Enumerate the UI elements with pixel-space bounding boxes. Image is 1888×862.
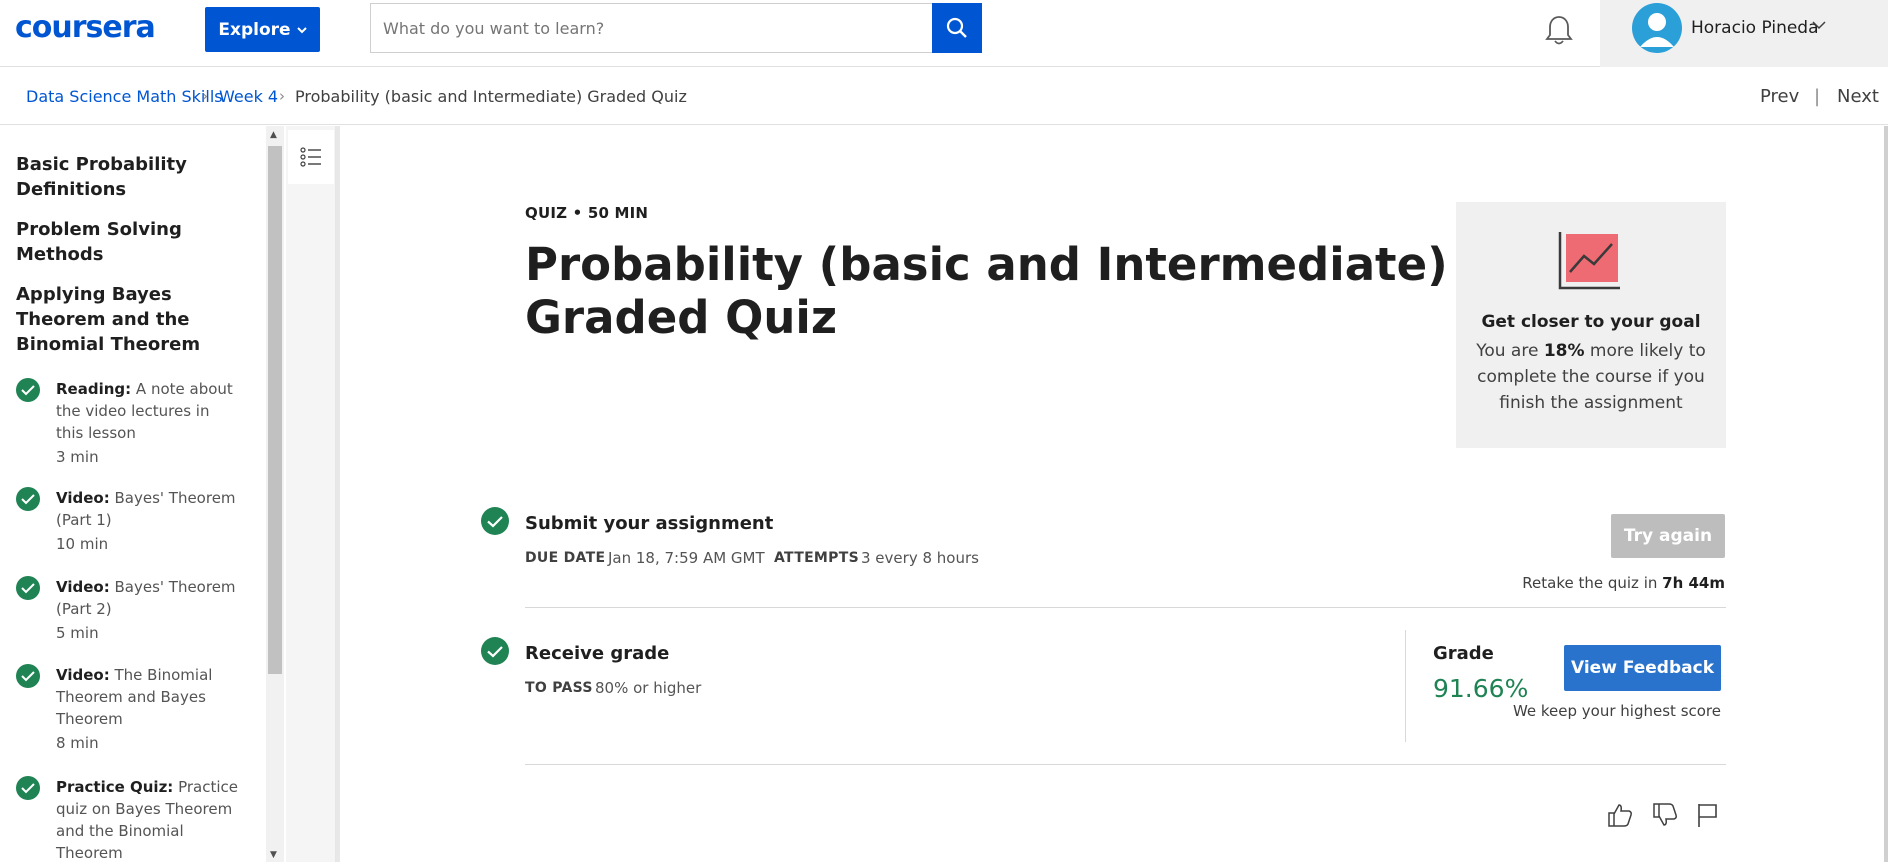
user-name: Horacio Pineda [1691,18,1819,38]
sidebar-section[interactable]: Problem Solving Methods [16,217,246,267]
avatar-icon [1632,3,1682,53]
check-icon [16,664,40,688]
coursera-logo[interactable]: coursera [15,10,156,45]
check-icon [481,637,509,665]
item-type: Practice Quiz: [56,778,174,796]
try-again-button[interactable]: Try again [1611,514,1725,558]
user-menu[interactable]: Horacio Pineda [1600,0,1888,67]
attempts-value: 3 every 8 hours [861,549,979,567]
search-icon [946,17,967,38]
divider [1405,630,1406,742]
view-feedback-button[interactable]: View Feedback [1564,645,1721,691]
chevron-down-icon [1812,21,1826,30]
check-icon [16,487,40,511]
item-type: Video: [56,578,110,596]
outline-list-icon [300,147,321,167]
explore-button[interactable]: Explore [205,7,320,52]
thumbs-down-icon [1653,803,1677,826]
course-outline-sidebar: Basic Probability Definitions Problem So… [0,126,266,862]
page-title: Probability (basic and Intermediate) Gra… [525,238,1448,344]
goal-body: You are 18% more likely to complete the … [1476,341,1706,413]
outline-toggle-button[interactable] [288,130,334,184]
breadcrumb-separator: › [202,87,208,105]
goal-card: Get closer to your goal You are 18% more… [1456,202,1726,448]
attempts-label: ATTEMPTS [774,550,859,566]
breadcrumb-current: Probability (basic and Intermediate) Gra… [295,87,687,106]
flag-icon [1698,804,1717,827]
scroll-up-arrow-icon[interactable]: ▲ [270,130,277,140]
sidebar-section[interactable]: Basic Probability Definitions [16,152,246,202]
breadcrumb-separator: › [279,87,285,105]
item-type: Video: [56,666,110,684]
like-button[interactable] [1605,800,1635,830]
grade-value: 91.66% [1433,674,1529,703]
quiz-meta: QUIZ • 50 MIN [525,204,649,222]
item-type: Video: [56,489,110,507]
top-header: coursera Explore Horacio Pineda [0,0,1888,67]
item-duration: 5 min [56,624,99,642]
prev-link[interactable]: Prev [1760,86,1799,107]
content-divider [336,126,340,862]
highest-score-note: We keep your highest score [1512,702,1721,720]
breadcrumb-week[interactable]: Week 4 [219,87,278,106]
divider [525,607,1726,608]
item-type: Reading: [56,380,132,398]
due-date-label: DUE DATE [525,550,606,566]
page-scrollbar[interactable] [1884,126,1888,862]
thumbs-up-icon [1608,804,1632,827]
bell-icon [1545,16,1573,45]
search-button[interactable] [932,3,982,53]
search-input[interactable] [370,3,932,53]
explore-label: Explore [218,19,291,40]
due-date-value: Jan 18, 7:59 AM GMT [608,549,765,567]
to-pass-label: TO PASS [525,680,593,696]
sidebar-scrollbar-thumb[interactable] [268,146,282,674]
grade-title: Receive grade [525,643,670,664]
chart-icon [1558,232,1620,290]
sidebar-section[interactable]: Applying Bayes Theorem and the Binomial … [16,282,246,357]
nav-separator: | [1814,86,1821,107]
item-duration: 8 min [56,734,99,752]
scroll-down-arrow-icon[interactable]: ▼ [270,850,277,860]
dislike-button[interactable] [1650,800,1680,830]
check-icon [481,507,509,535]
report-button[interactable] [1693,800,1723,830]
notifications-button[interactable] [1543,12,1575,48]
submit-title: Submit your assignment [525,513,774,534]
outline-toggle-column [286,126,336,862]
item-duration: 10 min [56,535,109,553]
check-icon [16,576,40,600]
grade-label: Grade [1433,643,1494,664]
to-pass-value: 80% or higher [595,679,702,697]
check-icon [16,776,40,800]
divider [525,764,1726,765]
item-duration: 3 min [56,448,99,466]
next-link[interactable]: Next [1837,86,1879,107]
chevron-down-icon [296,26,307,33]
breadcrumb: Data Science Math Skills › Week 4 › Prob… [0,67,1888,125]
breadcrumb-course[interactable]: Data Science Math Skills [26,87,223,106]
goal-heading: Get closer to your goal [1481,312,1701,332]
retake-note: Retake the quiz in 7h 44m [1522,574,1725,592]
check-icon [16,378,40,402]
